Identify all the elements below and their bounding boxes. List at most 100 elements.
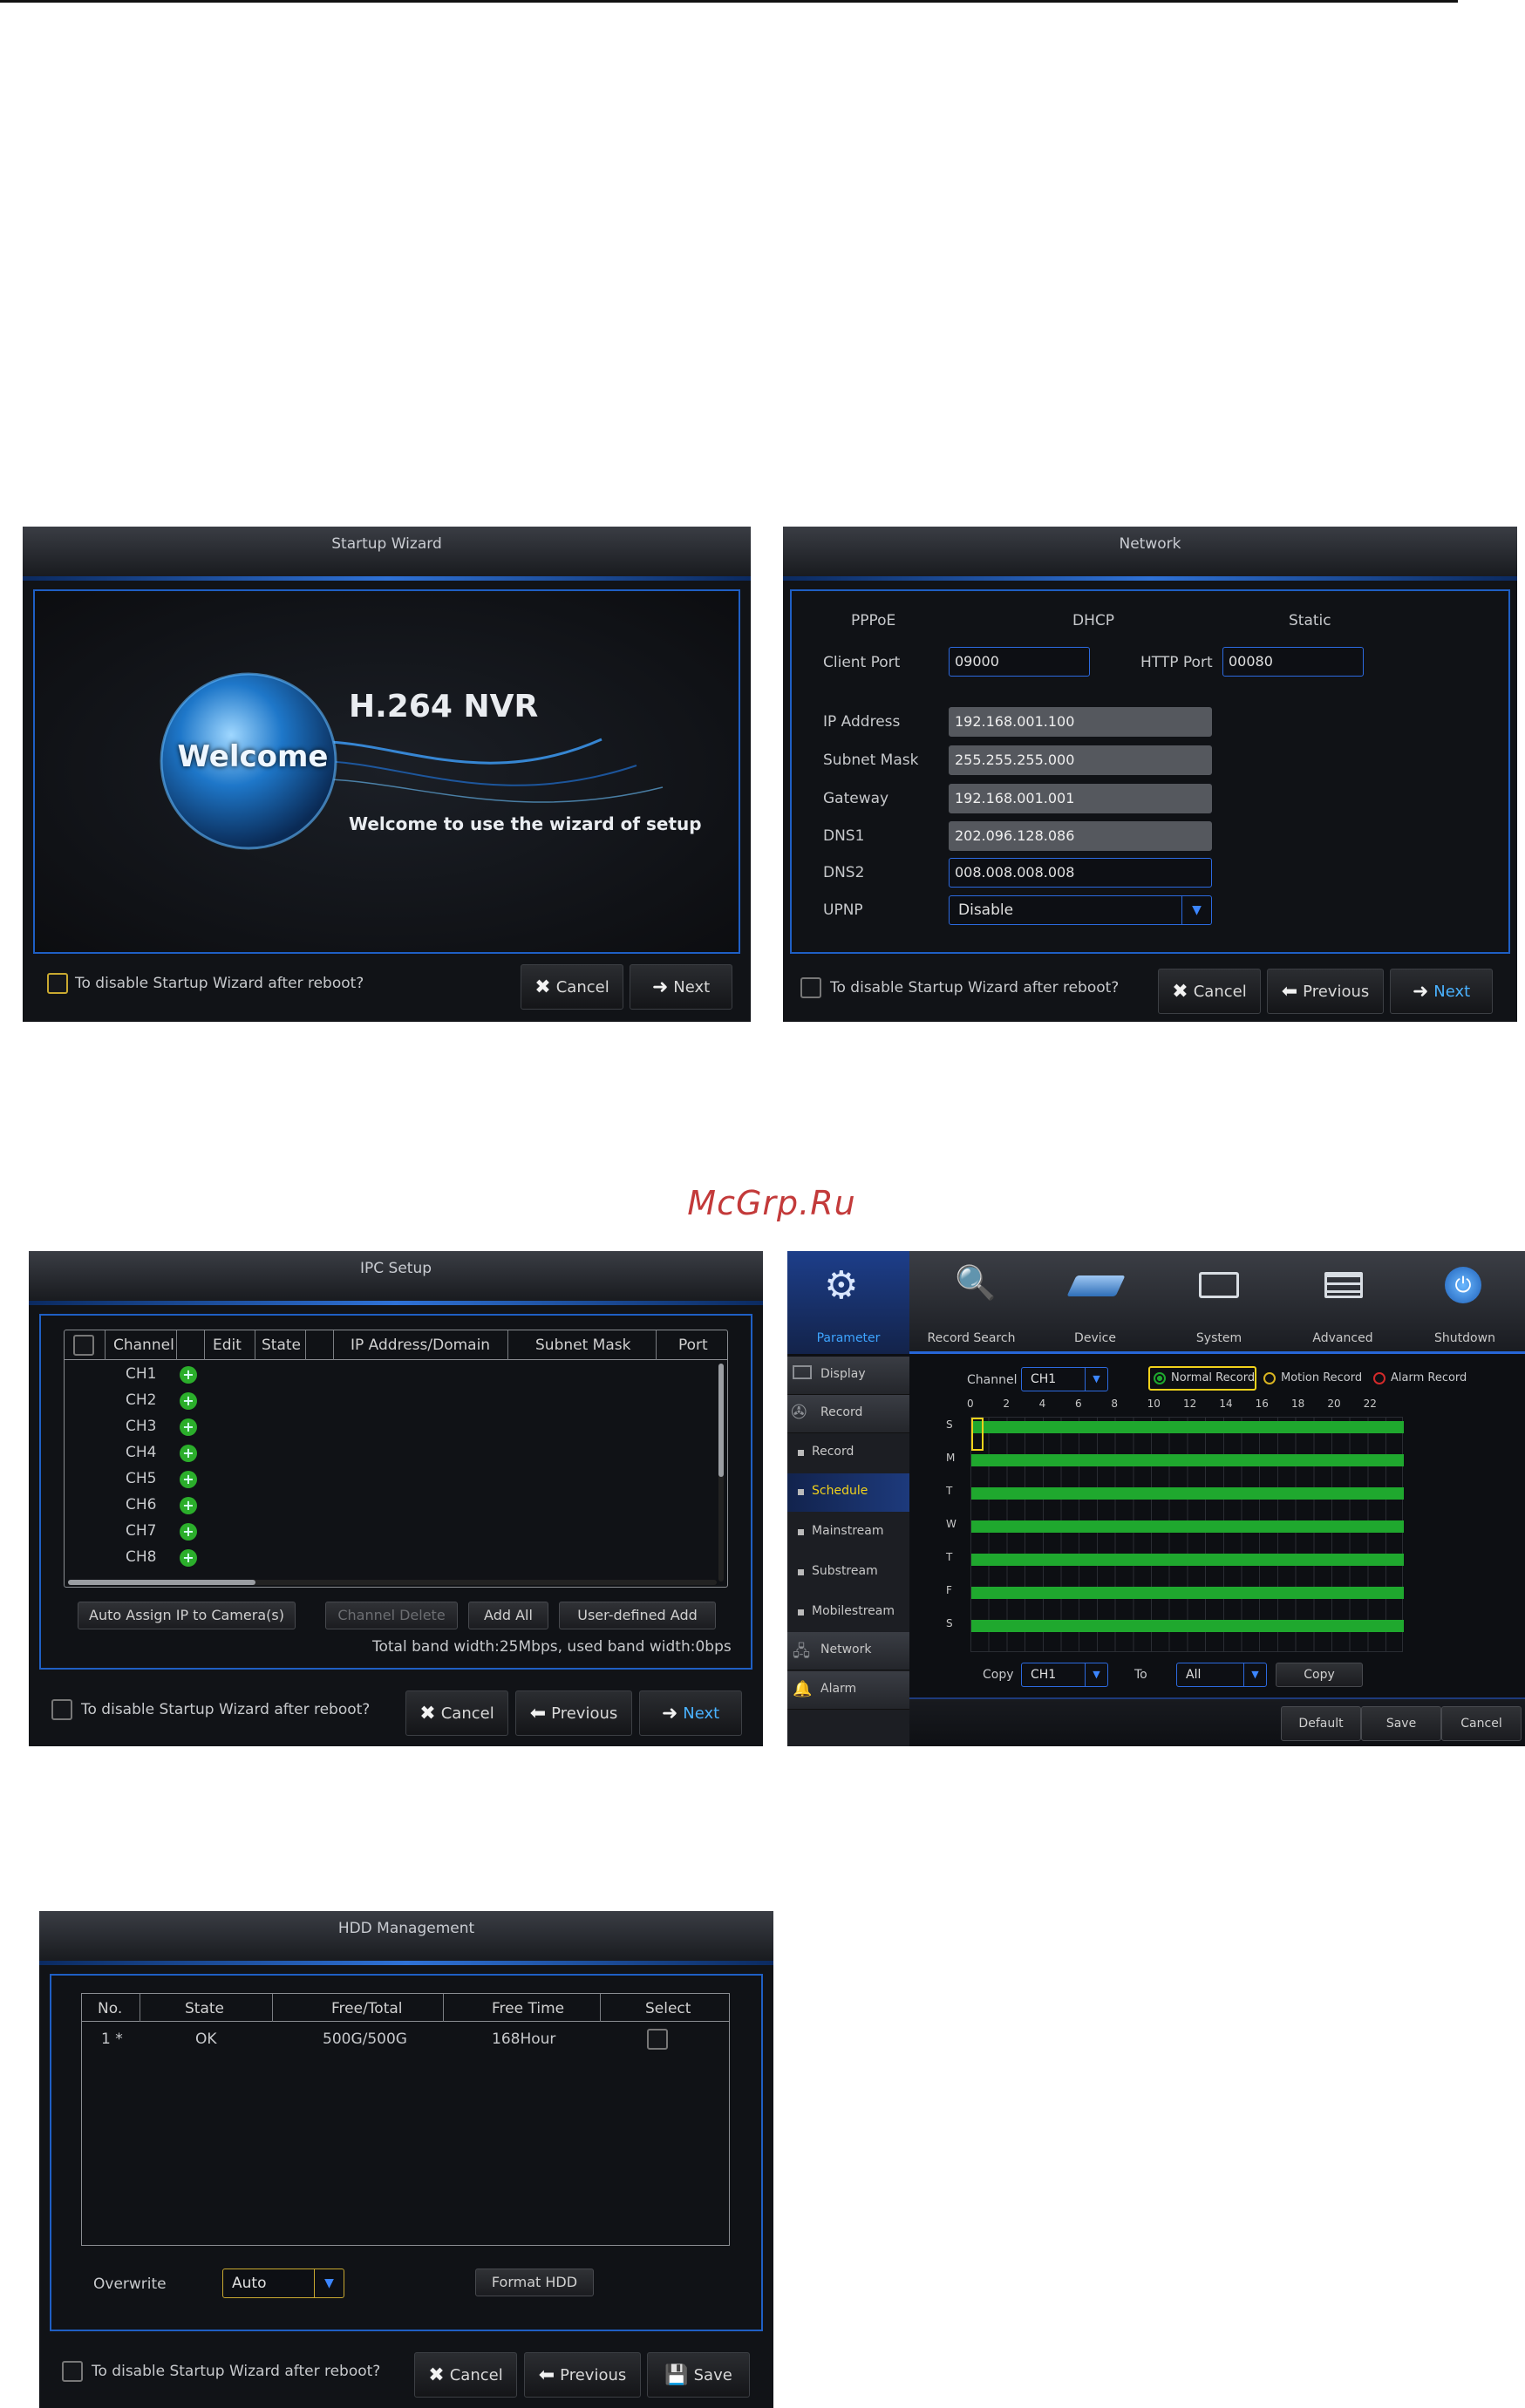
previous-button[interactable]: ⬅ Previous: [1267, 969, 1384, 1014]
cancel-button[interactable]: ✖ Cancel: [414, 2352, 517, 2398]
copy-to-select[interactable]: All ▼: [1176, 1663, 1267, 1687]
add-channel-icon[interactable]: +: [180, 1392, 197, 1410]
table-row: CH6: [126, 1496, 157, 1514]
schedule-grid[interactable]: [970, 1417, 1404, 1652]
sidebar-item-alarm[interactable]: 🔔 Alarm: [787, 1671, 909, 1710]
table-row[interactable]: 1 * OK 500G/500G 168Hour: [82, 2024, 729, 2055]
radio-motion-icon[interactable]: [1263, 1372, 1276, 1384]
hdd-frame: No. State Free/Total Free Time Select 1 …: [50, 1974, 763, 2331]
subnet-field[interactable]: 255.255.255.000: [949, 745, 1212, 775]
hdd-select-checkbox[interactable]: [647, 2029, 668, 2050]
add-channel-icon[interactable]: +: [180, 1523, 197, 1541]
schedule-row-3[interactable]: [971, 1520, 1404, 1533]
add-channel-icon[interactable]: +: [180, 1497, 197, 1514]
panel-title: Startup Wizard: [23, 527, 751, 581]
format-hdd-button[interactable]: Format HDD: [475, 2269, 594, 2296]
disable-wizard-checkbox[interactable]: [62, 2361, 83, 2382]
schedule-row-0[interactable]: [971, 1421, 1404, 1433]
tab-system[interactable]: System: [1157, 1251, 1281, 1354]
ip-field[interactable]: 192.168.001.100: [949, 707, 1212, 737]
channel-select[interactable]: CH1 ▼: [1021, 1367, 1108, 1391]
cancel-button[interactable]: ✖ Cancel: [1158, 969, 1261, 1014]
ip-label: IP Address: [823, 713, 901, 731]
save-button[interactable]: 💾 Save: [647, 2352, 750, 2398]
cancel-button[interactable]: ✖ Cancel: [521, 964, 623, 1010]
client-port-field[interactable]: 09000: [949, 647, 1090, 677]
welcome-subtitle: Welcome to use the wizard of setup: [349, 813, 702, 834]
add-channel-icon[interactable]: +: [180, 1445, 197, 1462]
next-button[interactable]: ➜ Next: [630, 964, 732, 1010]
user-defined-add-button[interactable]: User-defined Add: [559, 1602, 716, 1629]
mode-static[interactable]: Static: [1289, 612, 1331, 629]
overwrite-select[interactable]: Auto ▼: [222, 2269, 344, 2298]
add-channel-icon[interactable]: +: [180, 1471, 197, 1488]
add-channel-icon[interactable]: +: [180, 1549, 197, 1567]
vertical-scrollbar[interactable]: [718, 1364, 724, 1582]
schedule-row-4[interactable]: [971, 1554, 1404, 1566]
upnp-select[interactable]: Disable ▼: [949, 895, 1212, 925]
save-button[interactable]: Save: [1361, 1706, 1441, 1741]
sidebar-item-record[interactable]: Record: [787, 1434, 909, 1473]
sidebar-item-substream[interactable]: Substream: [787, 1554, 909, 1592]
tab-device[interactable]: Device: [1033, 1251, 1157, 1354]
dns2-field[interactable]: 008.008.008.008: [949, 858, 1212, 888]
header-subnet: Subnet Mask: [535, 1337, 631, 1354]
hour-tick-label: 14: [1219, 1398, 1233, 1410]
sidebar-item-network[interactable]: 🖧 Network: [787, 1632, 909, 1670]
disable-wizard-checkbox[interactable]: [51, 1699, 72, 1720]
header-ip: IP Address/Domain: [351, 1337, 491, 1354]
tab-shutdown[interactable]: ⏻ Shutdown: [1405, 1251, 1525, 1354]
startup-wizard-panel: Startup Wizard Welcome H.264 NVR Welcome…: [23, 527, 751, 1022]
cancel-button[interactable]: Cancel: [1441, 1706, 1522, 1741]
schedule-row-6[interactable]: [971, 1620, 1404, 1632]
disable-wizard-checkbox[interactable]: [47, 973, 68, 994]
copy-from-select[interactable]: CH1 ▼: [1021, 1663, 1108, 1687]
next-button[interactable]: ➜ Next: [1390, 969, 1493, 1014]
tab-advanced[interactable]: Advanced: [1281, 1251, 1405, 1354]
table-row: CH1: [126, 1365, 157, 1383]
sidebar-item-display[interactable]: Display: [787, 1357, 909, 1395]
hour-tick-label: 12: [1183, 1398, 1197, 1410]
gateway-field[interactable]: 192.168.001.001: [949, 784, 1212, 813]
dns1-field[interactable]: 202.096.128.086: [949, 821, 1212, 851]
horizontal-scrollbar[interactable]: [68, 1580, 717, 1585]
next-button[interactable]: ➜ Next: [639, 1690, 742, 1736]
sidebar-item-schedule[interactable]: Schedule: [787, 1473, 909, 1512]
to-label: To: [1134, 1668, 1147, 1682]
add-channel-icon[interactable]: +: [180, 1366, 197, 1384]
default-button[interactable]: Default: [1281, 1706, 1361, 1741]
sidebar-item-record-group[interactable]: ✇ Record: [787, 1395, 909, 1433]
day-label: F: [946, 1584, 952, 1596]
previous-button[interactable]: ⬅ Previous: [524, 2352, 641, 2398]
day-label: S: [946, 1617, 953, 1629]
hour-tick-label: 8: [1111, 1398, 1118, 1410]
radio-alarm-icon[interactable]: [1373, 1372, 1385, 1384]
mode-dhcp[interactable]: DHCP: [1072, 612, 1114, 629]
client-port-label: Client Port: [823, 654, 901, 671]
sidebar-item-mainstream[interactable]: Mainstream: [787, 1514, 909, 1552]
http-port-field[interactable]: 00080: [1222, 647, 1364, 677]
add-all-button[interactable]: Add All: [468, 1602, 548, 1629]
panel-title: Network: [783, 527, 1517, 581]
cancel-button[interactable]: ✖ Cancel: [405, 1690, 508, 1736]
channel-delete-button[interactable]: Channel Delete: [325, 1602, 458, 1629]
previous-button[interactable]: ⬅ Previous: [515, 1690, 632, 1736]
disable-wizard-checkbox[interactable]: [800, 977, 821, 998]
radio-selected-icon: [1154, 1372, 1166, 1384]
hdd-state: OK: [195, 2030, 217, 2048]
schedule-row-1[interactable]: [971, 1454, 1404, 1466]
day-label: W: [946, 1518, 957, 1530]
legend-alarm: Alarm Record: [1391, 1371, 1467, 1384]
select-all-checkbox[interactable]: [73, 1335, 94, 1356]
tab-parameter[interactable]: ⚙ Parameter: [787, 1251, 909, 1354]
auto-assign-button[interactable]: Auto Assign IP to Camera(s): [78, 1602, 296, 1629]
add-channel-icon[interactable]: +: [180, 1418, 197, 1436]
sidebar-item-mobilestream[interactable]: Mobilestream: [787, 1594, 909, 1632]
table-row: CH5: [126, 1470, 157, 1487]
mode-pppoe[interactable]: PPPoE: [851, 612, 895, 629]
copy-button[interactable]: Copy: [1276, 1663, 1363, 1687]
tab-record-search[interactable]: 🔍 Record Search: [909, 1251, 1033, 1354]
schedule-row-2[interactable]: [971, 1487, 1404, 1500]
legend-normal[interactable]: Normal Record: [1148, 1366, 1256, 1391]
schedule-row-5[interactable]: [971, 1587, 1404, 1599]
